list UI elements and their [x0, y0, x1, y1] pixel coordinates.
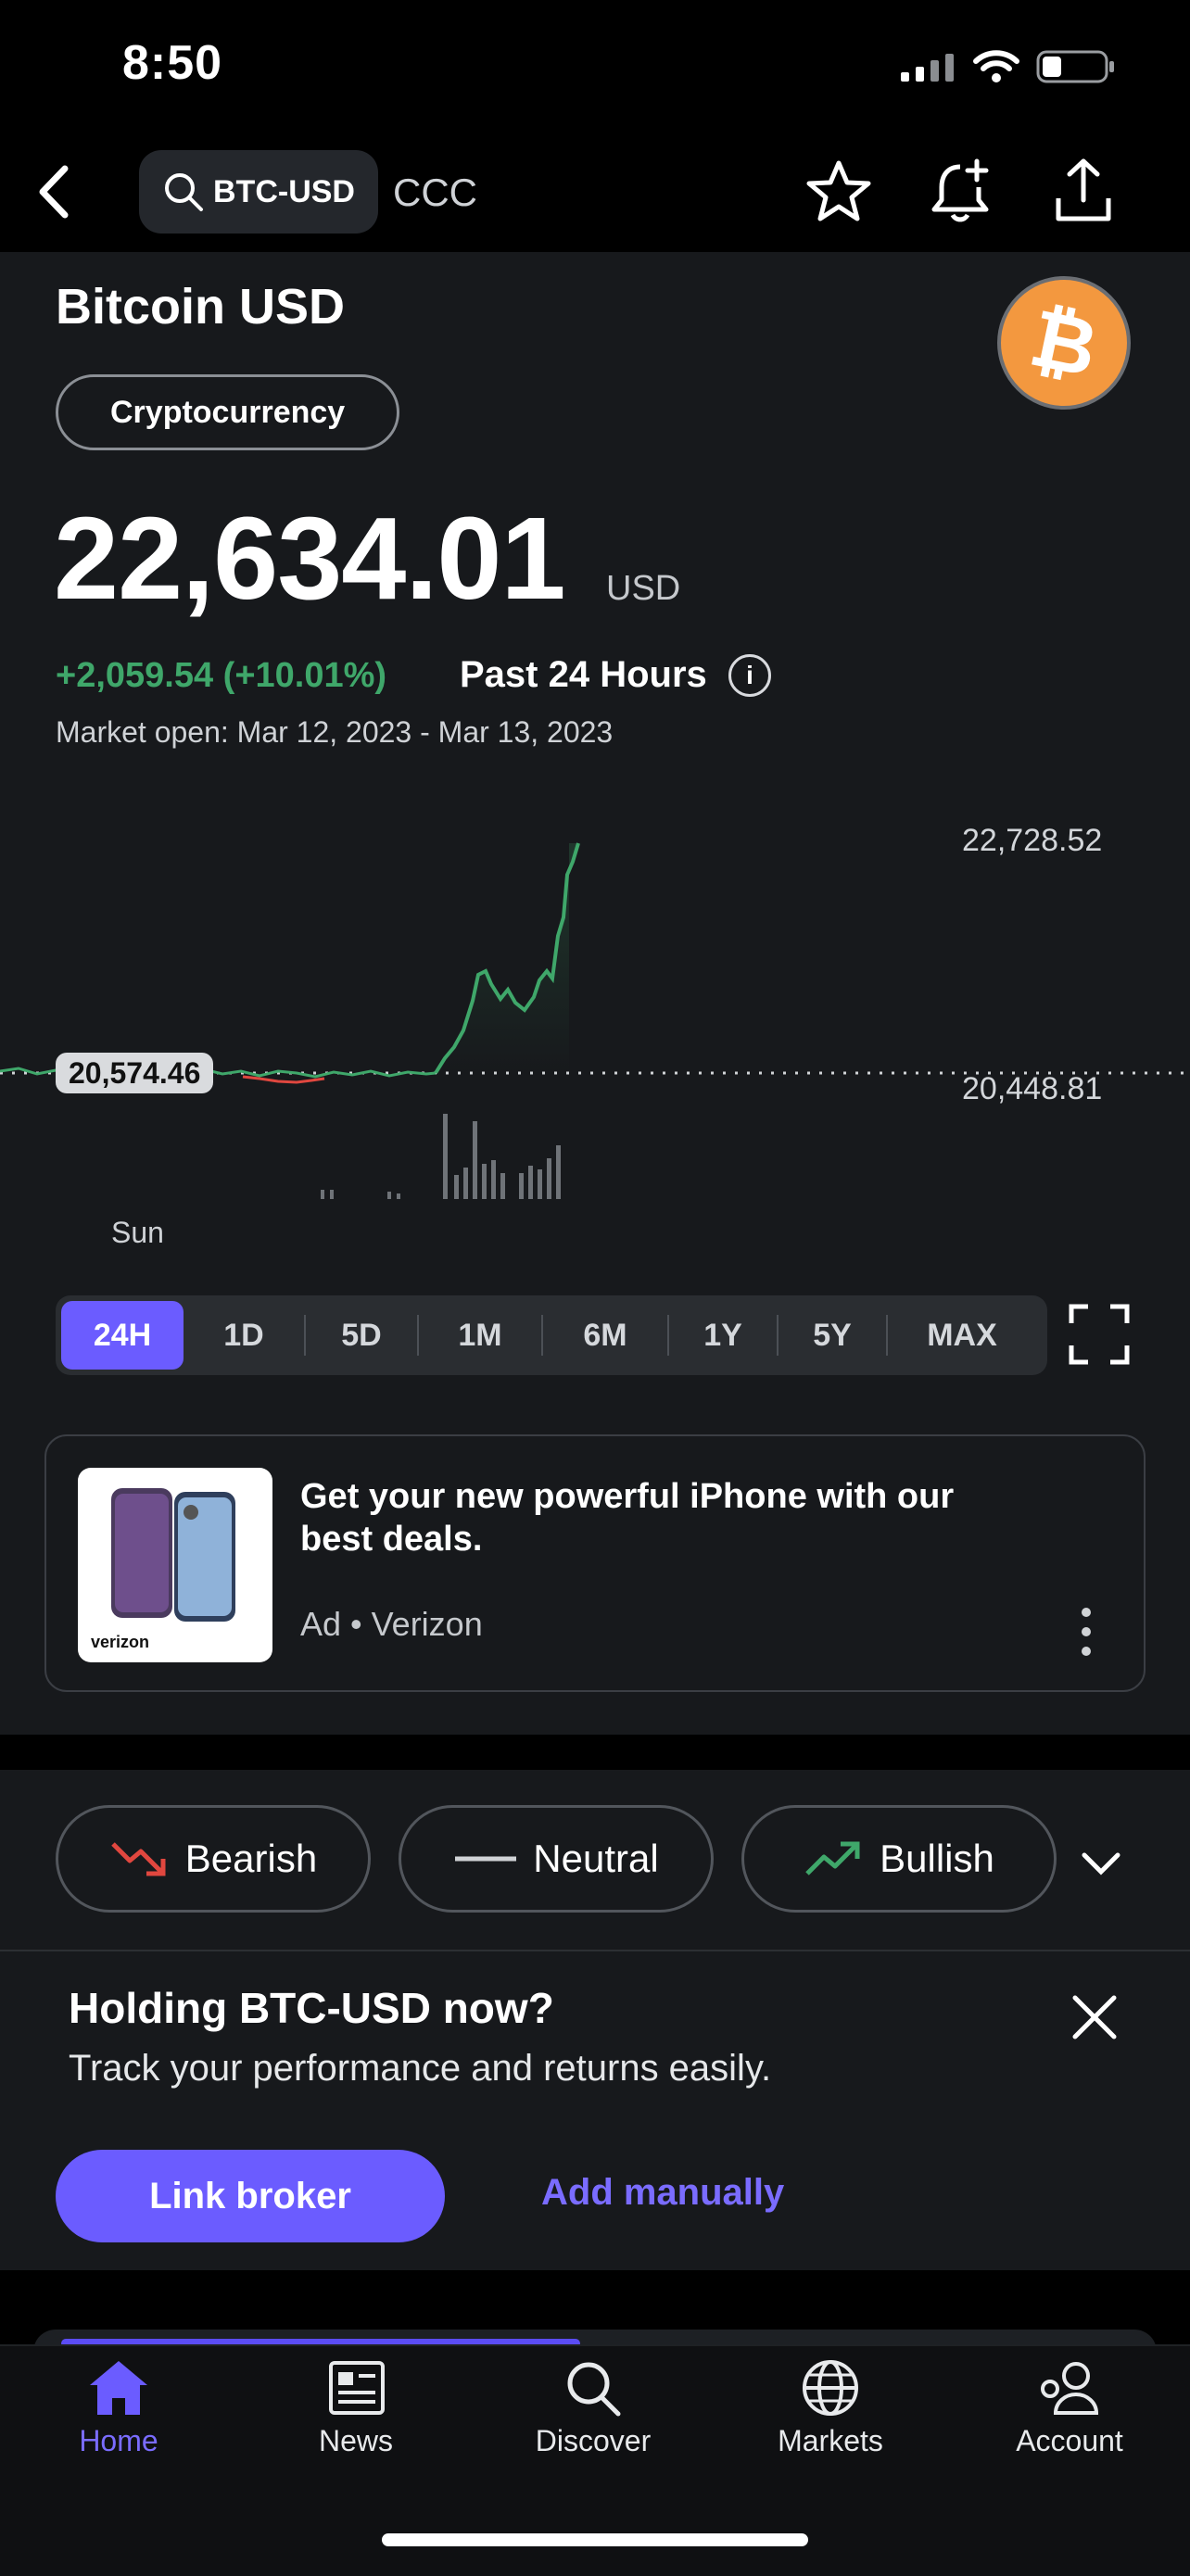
category-tag[interactable]: Cryptocurrency: [56, 374, 400, 450]
range-1d[interactable]: 1D: [184, 1301, 304, 1370]
home-icon: [90, 2361, 147, 2415]
chart-x-label: Sun: [111, 1216, 164, 1249]
symbol-search-pill[interactable]: BTC-USD: [139, 150, 378, 234]
ad-meta: Ad • Verizon: [300, 1605, 483, 1643]
tab-account-label: Account: [1016, 2424, 1123, 2457]
account-icon: [1041, 2362, 1099, 2415]
neutral-label: Neutral: [533, 1837, 659, 1880]
chart-base-badge: 20,574.46: [56, 1053, 214, 1093]
tab-markets[interactable]: Markets: [738, 2357, 923, 2458]
tab-home-label: Home: [79, 2424, 158, 2457]
tab-discover[interactable]: Discover: [500, 2357, 686, 2458]
asset-name: Bitcoin USD: [56, 279, 346, 335]
link-broker-button[interactable]: Link broker: [56, 2150, 445, 2242]
price-change: +2,059.54 (+10.01%): [56, 656, 387, 695]
home-indicator: [382, 2533, 808, 2546]
search-icon: [165, 173, 203, 211]
tab-markets-label: Markets: [778, 2424, 883, 2457]
range-24h[interactable]: 24H: [61, 1301, 184, 1370]
range-max[interactable]: MAX: [888, 1301, 1036, 1370]
battery-icon: [1036, 50, 1114, 83]
bullish-label: Bullish: [880, 1837, 994, 1880]
chart-low-label: 20,448.81: [962, 1071, 1103, 1106]
header-sub-label: CCC: [393, 170, 477, 214]
price-currency: USD: [606, 569, 681, 608]
bullish-button[interactable]: Bullish: [741, 1805, 1057, 1913]
trend-up-icon: [805, 1841, 860, 1875]
holding-title: Holding BTC-USD now?: [69, 1984, 554, 2032]
range-1m[interactable]: 1M: [419, 1301, 541, 1370]
close-icon[interactable]: [1071, 1994, 1118, 2040]
tab-news[interactable]: News: [263, 2357, 449, 2458]
neutral-button[interactable]: Neutral: [399, 1805, 714, 1913]
svg-text:verizon: verizon: [91, 1633, 149, 1651]
fullscreen-expand-icon[interactable]: [1068, 1303, 1131, 1366]
trend-down-icon: [111, 1842, 166, 1876]
cellular-signal-icon: [901, 54, 954, 82]
price-line-dip: [242, 1075, 325, 1084]
range-5y[interactable]: 5Y: [779, 1301, 886, 1370]
bearish-label: Bearish: [184, 1837, 318, 1880]
back-chevron-icon[interactable]: [33, 163, 74, 221]
add-alert-bell-icon[interactable]: [929, 158, 992, 224]
ad-title[interactable]: Get your new powerful iPhone with our be…: [300, 1475, 1005, 1560]
search-symbol-text: BTC-USD: [213, 173, 355, 209]
chart-high-label: 22,728.52: [962, 823, 1103, 858]
chevron-down-icon[interactable]: [1081, 1850, 1121, 1877]
iphone-product-icon: verizon: [91, 1488, 235, 1651]
flat-line-icon: [455, 1856, 517, 1862]
section-divider: [0, 1950, 1190, 1951]
bitcoin-logo-icon: ₿: [997, 276, 1131, 410]
ad-image[interactable]: verizon: [78, 1468, 272, 1662]
market-open-dates: Market open: Mar 12, 2023 - Mar 13, 2023: [56, 715, 614, 749]
status-time: 8:50: [122, 36, 223, 90]
star-watchlist-icon[interactable]: [806, 159, 871, 222]
add-manually-link[interactable]: Add manually: [541, 2172, 784, 2214]
range-5d[interactable]: 5D: [306, 1301, 417, 1370]
volume-bars: [321, 1114, 561, 1199]
tab-discover-label: Discover: [535, 2424, 652, 2457]
range-6m[interactable]: 6M: [543, 1301, 667, 1370]
range-1y[interactable]: 1Y: [669, 1301, 777, 1370]
holding-subtitle: Track your performance and returns easil…: [69, 2048, 772, 2089]
svg-text:₿: ₿: [1022, 298, 1105, 387]
tab-home[interactable]: Home: [26, 2357, 211, 2458]
tab-news-label: News: [318, 2424, 393, 2457]
current-price: 22,634.01: [54, 493, 566, 624]
search-icon: [567, 2362, 621, 2417]
info-icon[interactable]: i: [728, 654, 771, 697]
globe-icon: [803, 2360, 858, 2416]
share-icon[interactable]: [1053, 156, 1114, 224]
wifi-icon: [973, 50, 1019, 82]
news-icon: [329, 2361, 385, 2415]
tab-account[interactable]: Account: [977, 2357, 1162, 2458]
price-chart[interactable]: [0, 815, 1190, 1223]
bearish-button[interactable]: Bearish: [56, 1805, 371, 1913]
more-options-icon[interactable]: [1075, 1607, 1097, 1657]
change-period: Past 24 Hours: [460, 654, 707, 695]
range-selector: 24H 1D 5D 1M 6M 1Y 5Y MAX: [56, 1295, 1047, 1375]
